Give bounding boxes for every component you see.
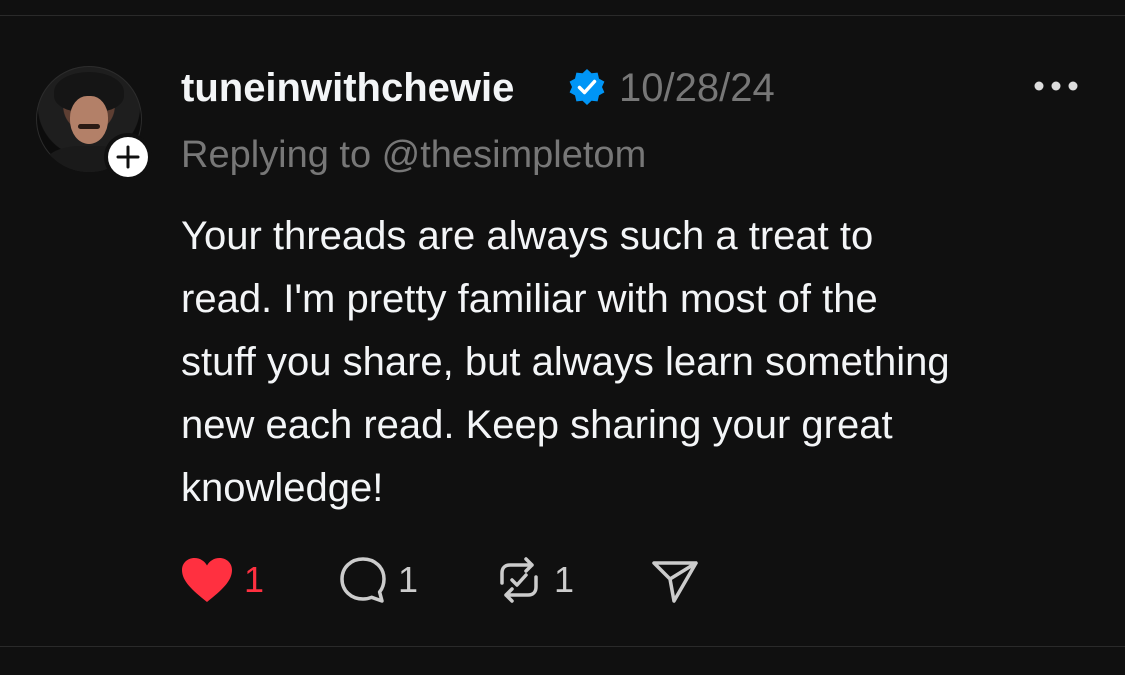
more-options-button[interactable] bbox=[1030, 68, 1082, 104]
plus-icon bbox=[116, 145, 140, 169]
post-body: Your threads are always such a treat to … bbox=[181, 214, 950, 510]
avatar-face bbox=[70, 96, 108, 144]
speech-bubble-icon bbox=[340, 557, 386, 603]
avatar-mustache bbox=[78, 124, 100, 129]
send-icon bbox=[652, 561, 698, 603]
comment-count: 1 bbox=[398, 559, 419, 600]
follow-badge-circle bbox=[108, 137, 148, 177]
timestamp: 10/28/24 bbox=[619, 66, 775, 110]
repost-button[interactable]: 1 bbox=[494, 550, 574, 610]
bottom-divider bbox=[0, 646, 1125, 647]
ellipsis-icon bbox=[1034, 81, 1078, 91]
follow-button[interactable] bbox=[104, 133, 152, 181]
like-count: 1 bbox=[244, 559, 265, 600]
repost-count: 1 bbox=[554, 559, 575, 600]
comment-button[interactable]: 1 bbox=[338, 550, 418, 610]
username[interactable]: tuneinwithchewie bbox=[181, 64, 514, 112]
repost-icon bbox=[500, 557, 538, 603]
replying-to-label[interactable]: Replying to @thesimpletom bbox=[181, 132, 646, 178]
like-button[interactable]: 1 bbox=[180, 550, 264, 610]
heart-icon bbox=[182, 558, 232, 602]
verified-badge-icon bbox=[569, 69, 605, 105]
top-divider bbox=[0, 15, 1125, 16]
share-button[interactable] bbox=[650, 550, 700, 610]
